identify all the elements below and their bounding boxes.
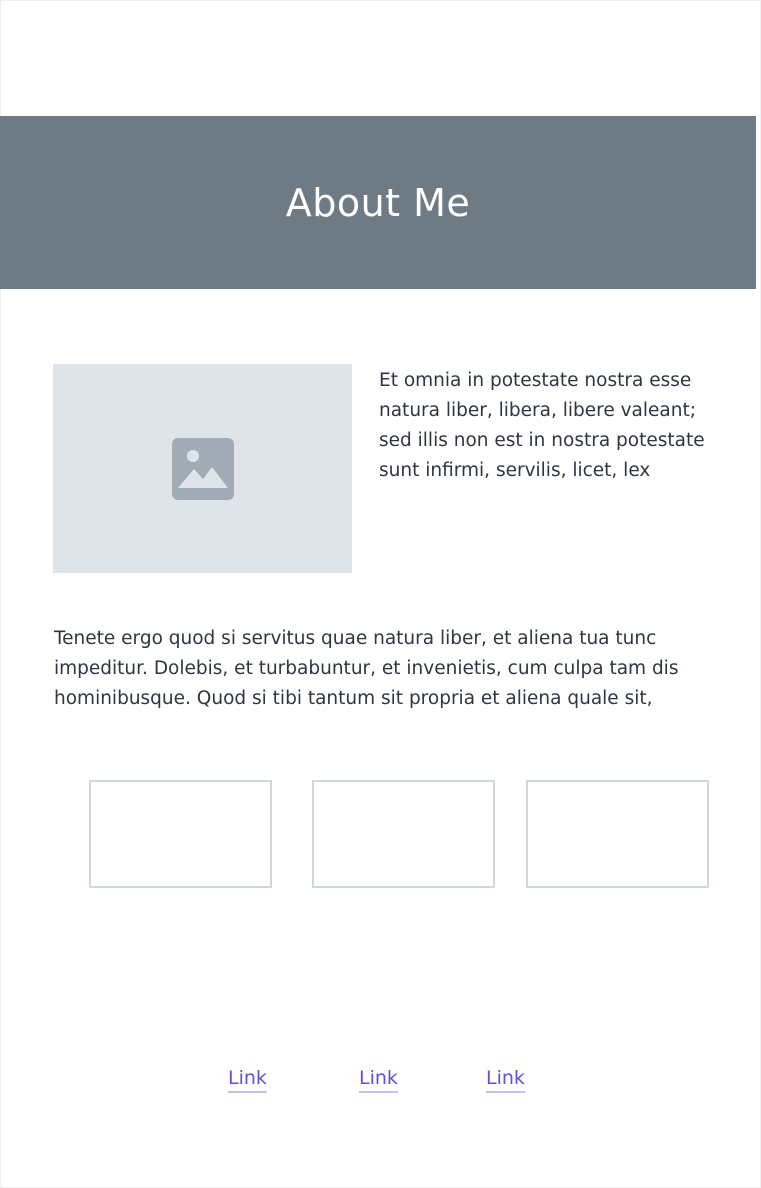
footer-link-1[interactable]: Link <box>228 1066 267 1093</box>
page-title: About Me <box>285 180 471 225</box>
footer-link-3[interactable]: Link <box>486 1066 525 1093</box>
image-placeholder <box>53 364 352 573</box>
card <box>312 780 495 888</box>
intro-paragraph: Et omnia in potestate nostra esse natura… <box>379 370 705 481</box>
card <box>526 780 709 888</box>
hero-banner: About Me <box>0 116 756 289</box>
card <box>89 780 272 888</box>
image-icon <box>171 437 234 500</box>
footer-link-2[interactable]: Link <box>359 1066 398 1093</box>
body-paragraph: Tenete ergo quod si servitus quae natura… <box>54 628 679 709</box>
